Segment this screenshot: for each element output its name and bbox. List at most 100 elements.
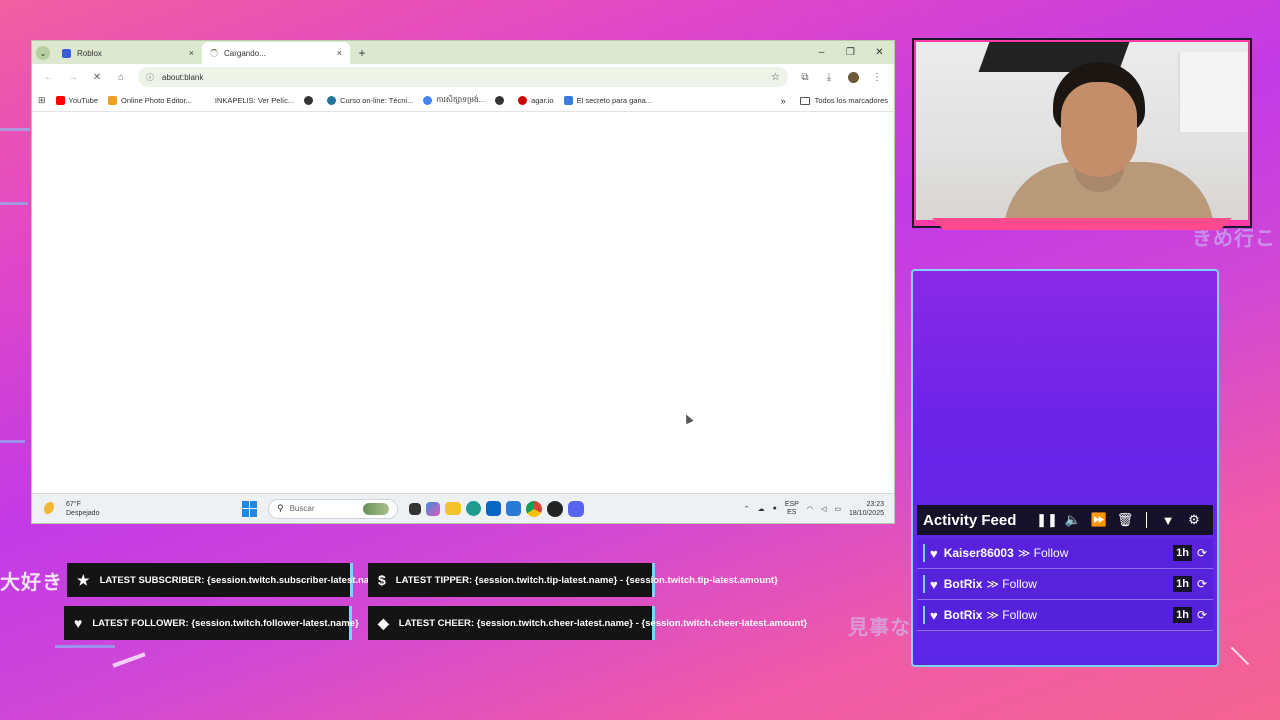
more-bookmarks-button[interactable]: » <box>781 96 786 106</box>
obs-icon[interactable] <box>546 500 563 517</box>
clock[interactable]: 23:23 18/10/2025 <box>849 500 884 518</box>
new-tab-button[interactable]: + <box>350 42 374 64</box>
follower-name: BotRix <box>943 608 983 622</box>
globe-icon <box>495 96 505 105</box>
cloud-icon[interactable]: ☁ <box>758 505 765 513</box>
outlook-icon[interactable] <box>485 501 501 516</box>
header-divider <box>1146 512 1147 528</box>
volume-icon[interactable]: 🔈 <box>1060 512 1086 528</box>
event-time: 1h <box>1173 545 1192 561</box>
bookmark-photo-editor[interactable]: Online Photo Editor... <box>108 96 192 105</box>
webcam-feed <box>916 42 1248 220</box>
downloads-button[interactable]: ⤓ <box>818 66 840 88</box>
background-stripe <box>55 645 115 648</box>
taskbar-search[interactable]: ⚲ Buscar <box>268 498 398 519</box>
activity-feed-list: ♥ Kaiser86003 ≫ Follow 1h ⟳ ♥ BotRix ≫ F… <box>917 538 1213 631</box>
weather-widget[interactable]: 67°F Despejado <box>32 500 242 518</box>
replay-icon[interactable]: ⟳ <box>1197 577 1207 591</box>
search-highlight-image <box>363 502 389 515</box>
event-time: 1h <box>1173 607 1192 623</box>
close-window-button[interactable]: ✕ <box>865 41 894 64</box>
bookmark-globe-2[interactable] <box>495 96 508 105</box>
wifi-icon[interactable]: ◠ <box>807 505 813 513</box>
weather-desc: Despejado <box>66 509 100 517</box>
file-explorer-icon[interactable] <box>444 502 461 515</box>
home-button[interactable]: ⌂ <box>110 66 132 88</box>
edge-icon[interactable] <box>465 501 481 516</box>
close-icon: ✕ <box>92 71 102 83</box>
menu-button[interactable]: ⋮ <box>866 66 888 88</box>
discord-icon[interactable] <box>567 500 584 517</box>
webcam-background-shape <box>1178 52 1248 132</box>
avatar <box>847 71 859 83</box>
bookmark-google[interactable]: ការសិក្សាទម្រង់... <box>423 95 485 106</box>
list-item[interactable]: ♥ BotRix ≫ Follow 1h ⟳ <box>917 600 1213 631</box>
apps-grid-icon[interactable]: ⊞ <box>38 95 46 106</box>
maximize-button[interactable]: ❐ <box>836 41 865 64</box>
chevron-up-icon[interactable]: ⌃ <box>744 505 750 513</box>
bookmark-label: YouTube <box>68 96 99 105</box>
pause-icon[interactable]: ❚❚ <box>1034 512 1060 528</box>
replay-icon[interactable]: ⟳ <box>1197 608 1207 622</box>
latest-subscriber-text: LATEST SUBSCRIBER: {session.twitch.subsc… <box>99 574 387 586</box>
webcam-person-face <box>1061 82 1137 177</box>
bookmark-star-icon[interactable]: ☆ <box>771 72 780 83</box>
copilot-icon[interactable] <box>425 501 440 516</box>
chrome-icon[interactable] <box>525 500 542 517</box>
star-icon: ★ <box>77 571 90 588</box>
address-bar[interactable]: ⓘ about:blank ☆ <box>138 67 788 87</box>
close-tab-button[interactable]: × <box>189 48 194 58</box>
battery-icon[interactable]: ▭ <box>834 505 841 513</box>
home-icon: ⌂ <box>117 71 125 83</box>
tab-roblox[interactable]: Roblox × <box>54 42 202 64</box>
volume-icon[interactable]: ◁ <box>821 505 826 513</box>
windows-start-button[interactable] <box>242 500 258 517</box>
filter-icon[interactable]: ▼ <box>1155 513 1181 528</box>
bookmark-label: Online Photo Editor... <box>121 96 192 105</box>
windows-taskbar: 67°F Despejado ⚲ Buscar ⌃ ☁ ● ESP ES ◠ ◁… <box>32 493 894 523</box>
bookmark-globe[interactable] <box>304 96 317 105</box>
task-view-icon[interactable] <box>408 502 421 515</box>
info-icon[interactable]: ⓘ <box>146 72 154 83</box>
language-indicator[interactable]: ESP ES <box>785 501 799 517</box>
page-content[interactable] <box>32 112 894 492</box>
skip-forward-icon[interactable]: ⏩ <box>1086 512 1112 528</box>
chevron-down-icon: ⌄ <box>36 46 50 60</box>
moon-icon <box>44 501 58 516</box>
roblox-favicon-icon <box>62 48 71 58</box>
close-tab-button[interactable]: × <box>337 48 342 58</box>
heart-icon: ♥ <box>930 545 938 561</box>
clock-date: 18/10/2025 <box>848 509 884 517</box>
background-stripe <box>0 128 30 131</box>
all-bookmarks-folder[interactable]: Todos los marcadores <box>799 96 888 105</box>
list-item[interactable]: ♥ BotRix ≫ Follow 1h ⟳ <box>917 569 1213 600</box>
bookmark-agar[interactable]: agar.io <box>518 96 554 105</box>
bookmark-inkapelis[interactable]: INKAPELIS: Ver Pelíc... <box>201 96 294 105</box>
profile-button[interactable] <box>842 66 864 88</box>
start-tile <box>242 509 249 517</box>
minimize-button[interactable]: – <box>807 41 836 64</box>
event-action: ≫ Follow <box>1017 546 1069 560</box>
stop-loading-button[interactable]: ✕ <box>86 66 108 88</box>
activity-feed-panel: Activity Feed ❚❚ 🔈 ⏩ 🗑 ▼ ⚙ ♥ Kaiser86003… <box>911 269 1219 667</box>
forward-button[interactable]: → <box>62 66 84 88</box>
store-icon[interactable] <box>505 501 521 516</box>
window-controls: – ❐ ✕ <box>807 41 894 64</box>
list-item[interactable]: ♥ Kaiser86003 ≫ Follow 1h ⟳ <box>917 538 1213 569</box>
gear-icon[interactable]: ⚙ <box>1181 512 1207 528</box>
tab-search-button[interactable]: ⌄ <box>32 42 54 64</box>
background-japanese-text: 大好き <box>0 570 63 594</box>
replay-icon[interactable]: ⟳ <box>1197 546 1207 560</box>
bookmark-secreto[interactable]: El secreto para gana... <box>563 96 652 105</box>
activity-feed-title: Activity Feed <box>923 511 1017 529</box>
tab-loading[interactable]: Cargando... × <box>202 42 350 64</box>
all-bookmarks-label: Todos los marcadores <box>814 96 888 105</box>
trash-icon[interactable]: 🗑 <box>1112 512 1138 528</box>
microphone-icon[interactable]: ● <box>773 505 777 512</box>
bookmark-youtube[interactable]: YouTube <box>55 96 99 105</box>
folder-icon <box>799 96 810 105</box>
mouse-cursor-icon <box>682 412 694 425</box>
back-button[interactable]: ← <box>38 66 60 88</box>
bookmark-curso[interactable]: Curso on-line: Técni... <box>327 96 413 105</box>
extensions-button[interactable]: ⧉ <box>794 66 816 88</box>
